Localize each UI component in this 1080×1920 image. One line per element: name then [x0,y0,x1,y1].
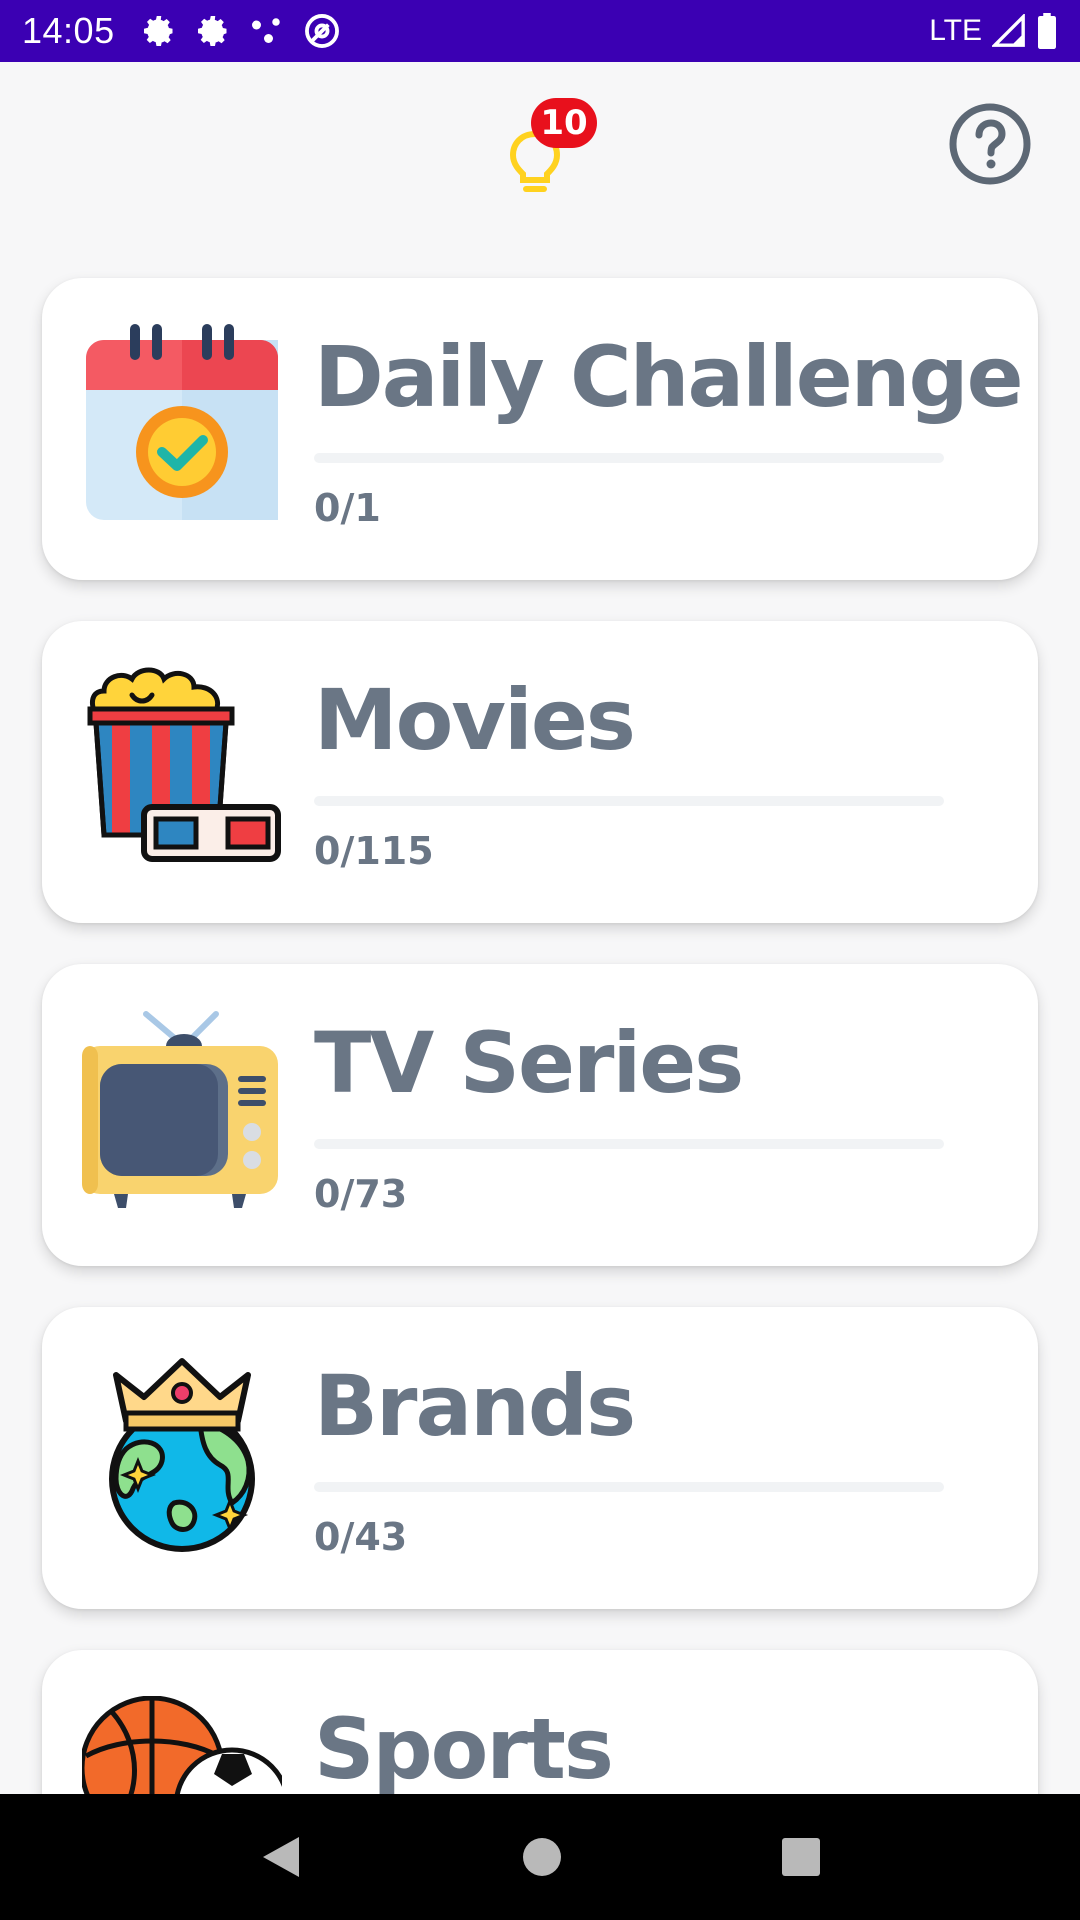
category-title: Movies [314,671,636,769]
signal-icon [992,14,1025,47]
top-bar: 10 [0,62,1080,222]
retro-tv-icon [82,1011,278,1208]
system-status: LTE [929,13,1058,49]
category-title: Sports [314,1700,614,1798]
at-sign-icon [304,14,339,48]
category-card-movies[interactable]: Movies 0/115 [42,621,1038,923]
progress-bar [314,453,944,463]
category-card-brands[interactable]: Brands 0/43 [42,1307,1038,1609]
category-progress: 0/1 [314,486,381,530]
category-title: Daily Challenge [314,328,1024,426]
gear-icon [197,16,227,46]
hints-button[interactable]: 10 [505,98,597,198]
status-bar: 14:05 LTE [0,0,1080,62]
home-icon[interactable] [522,1837,562,1877]
dots-icon [251,18,280,43]
progress-bar [314,1482,944,1492]
hint-count-badge: 10 [531,98,597,148]
category-list: Daily Challenge 0/1 Movies 0/115 TV Seri… [42,278,1038,1920]
category-progress: 0/73 [314,1172,408,1216]
category-progress: 0/115 [314,829,434,873]
system-navigation-bar [0,1794,1080,1920]
back-icon[interactable] [259,1833,303,1881]
category-progress: 0/43 [314,1515,408,1559]
progress-bar [314,796,944,806]
calendar-check-icon [86,324,278,520]
progress-bar [314,1139,944,1149]
crowned-globe-icon [109,1358,255,1552]
category-card-daily-challenge[interactable]: Daily Challenge 0/1 [42,278,1038,580]
gear-icon [143,16,173,46]
network-type: LTE [929,14,982,47]
notification-icons [141,12,341,50]
battery-icon [1038,13,1056,49]
category-title: TV Series [314,1014,744,1112]
category-card-tv-series[interactable]: TV Series 0/73 [42,964,1038,1266]
category-title: Brands [314,1357,636,1455]
question-circle-icon[interactable] [948,102,1032,186]
popcorn-3d-glasses-icon [87,667,281,862]
recents-icon[interactable] [781,1837,821,1877]
status-time: 14:05 [22,10,115,51]
